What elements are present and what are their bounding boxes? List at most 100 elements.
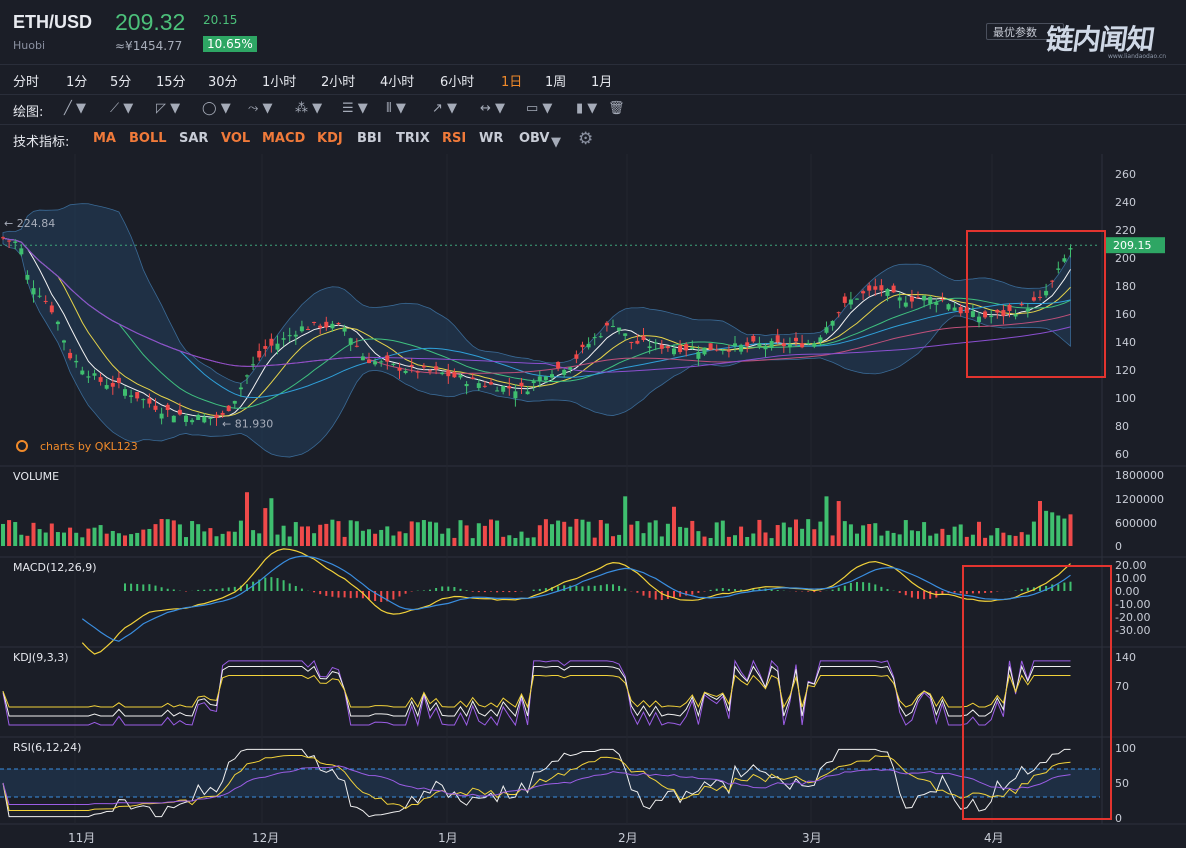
gear-icon[interactable]: ⚙ [578, 129, 593, 149]
candle-body [714, 349, 719, 351]
volume-bar [232, 531, 237, 546]
volume-bar [690, 520, 695, 546]
volume-bar [501, 536, 506, 546]
text-tool-icon[interactable]: ▭ ▼ [526, 101, 552, 116]
pair-symbol: ETH/USD [13, 12, 93, 32]
y-tick-macd: -20.00 [1115, 611, 1150, 624]
timeframe-11[interactable]: 1月 [591, 71, 612, 90]
wave-tool-icon[interactable]: ⤳ ▼ [248, 101, 273, 116]
y-tick-volume: 1800000 [1115, 469, 1164, 482]
y-tick-kdj: 140 [1115, 651, 1136, 664]
trash-icon[interactable]: 🗑 [608, 101, 625, 116]
indicator-vol[interactable]: VOL [221, 131, 250, 146]
indicator-wr[interactable]: WR [479, 131, 503, 146]
indicator-rsi[interactable]: RSI [442, 131, 466, 146]
candle-body [873, 286, 878, 290]
candle-body [586, 343, 591, 348]
drawing-label: 绘图: [13, 105, 44, 120]
timeframe-7[interactable]: 4小时 [380, 71, 414, 90]
volume-bar [684, 527, 689, 546]
price-chart[interactable]: VOLUME MACD(12,26,9) KDJ(9,3,3) RSI(6,12… [0, 154, 1186, 848]
cny-price: ≈¥1454.77 [115, 39, 183, 53]
volume-bar [769, 538, 774, 546]
candle-body [989, 315, 994, 318]
candle-body [879, 285, 884, 291]
volume-bar [13, 522, 18, 546]
arrow-tool-icon[interactable]: ↗ ▼ [432, 101, 457, 116]
candle-body [43, 300, 48, 302]
indicator-trix[interactable]: TRIX [396, 131, 430, 146]
measure-tool-icon[interactable]: ↔ ▼ [480, 101, 505, 116]
line-tool-icon[interactable]: ╱ ▼ [64, 101, 86, 116]
candle-body [251, 364, 256, 366]
candle-body [476, 383, 481, 388]
candle-body [324, 321, 329, 328]
candle-body [946, 304, 951, 310]
pattern-tool-icon[interactable]: ⁂ ▼ [295, 101, 322, 116]
timeframe-6[interactable]: 2小时 [321, 71, 355, 90]
candle-body [1, 237, 5, 239]
timeframe-1[interactable]: 1分 [66, 71, 87, 90]
candle-body [470, 377, 475, 380]
y-tick-volume: 600000 [1115, 517, 1157, 530]
indicator-macd[interactable]: MACD [262, 131, 305, 146]
candle-body [409, 364, 414, 367]
candle-body [49, 305, 54, 313]
volume-bar [129, 534, 134, 546]
obv-dropdown-icon[interactable]: ▼ [551, 135, 561, 150]
volume-bar [397, 531, 402, 546]
timeframe-4[interactable]: 30分 [208, 71, 238, 90]
volume-bar [415, 522, 420, 546]
candle-body [464, 384, 469, 387]
candle-body [519, 382, 524, 387]
candle-body [220, 412, 225, 415]
timeframe-0[interactable]: 分时 [13, 71, 39, 90]
candle-body [391, 363, 396, 365]
pen-tool-icon[interactable]: ⟋ ▼ [110, 101, 133, 116]
timeframe-8[interactable]: 6小时 [440, 71, 474, 90]
position-tool-icon[interactable]: ▮ ▼ [576, 101, 597, 116]
candle-body [501, 386, 506, 392]
volume-bar [787, 527, 792, 546]
price-change-percent: 10.65% [203, 36, 257, 52]
fib-tool-icon[interactable]: ☰ ▼ [342, 101, 368, 116]
candle-body [269, 338, 274, 346]
volume-bar [1001, 532, 1006, 546]
timeframe-3[interactable]: 15分 [156, 71, 186, 90]
volume-bar [800, 528, 805, 546]
candle-body [836, 312, 841, 314]
volume-bar [153, 524, 158, 546]
candle-body [824, 327, 829, 333]
timeframe-5[interactable]: 1小时 [262, 71, 296, 90]
candle-body [232, 400, 237, 404]
candle-body [226, 405, 231, 412]
price-change: 20.15 [203, 13, 238, 27]
volume-bar [824, 496, 829, 546]
y-tick-main: 60 [1115, 448, 1129, 461]
shape-tool-icon[interactable]: ◯ ▼ [202, 101, 231, 116]
candle-body [623, 333, 628, 336]
volume-bar [495, 520, 500, 546]
indicator-ma[interactable]: MA [93, 131, 116, 146]
candle-body [678, 345, 683, 353]
rsi-title: RSI(6,12,24) [13, 741, 81, 754]
volume-bar [37, 529, 42, 546]
candle-body [665, 346, 670, 349]
volume-bar [116, 533, 121, 546]
indicator-bbi[interactable]: BBI [357, 131, 382, 146]
indicator-boll[interactable]: BOLL [129, 131, 167, 146]
timeframe-2[interactable]: 5分 [110, 71, 131, 90]
channel-tool-icon[interactable]: ⦀ ▼ [386, 101, 406, 116]
candle-body [489, 382, 493, 385]
candle-body [385, 355, 390, 362]
candle-body [629, 341, 634, 343]
indicator-obv[interactable]: OBV [519, 131, 550, 146]
indicator-sar[interactable]: SAR [179, 131, 208, 146]
volume-bar [312, 533, 317, 546]
timeframe-10[interactable]: 1周 [545, 71, 566, 90]
candle-body [550, 374, 554, 378]
candle-body [787, 344, 792, 348]
indicator-kdj[interactable]: KDJ [317, 131, 343, 146]
angle-tool-icon[interactable]: ◸ ▼ [156, 101, 180, 116]
timeframe-9[interactable]: 1日 [501, 71, 522, 90]
